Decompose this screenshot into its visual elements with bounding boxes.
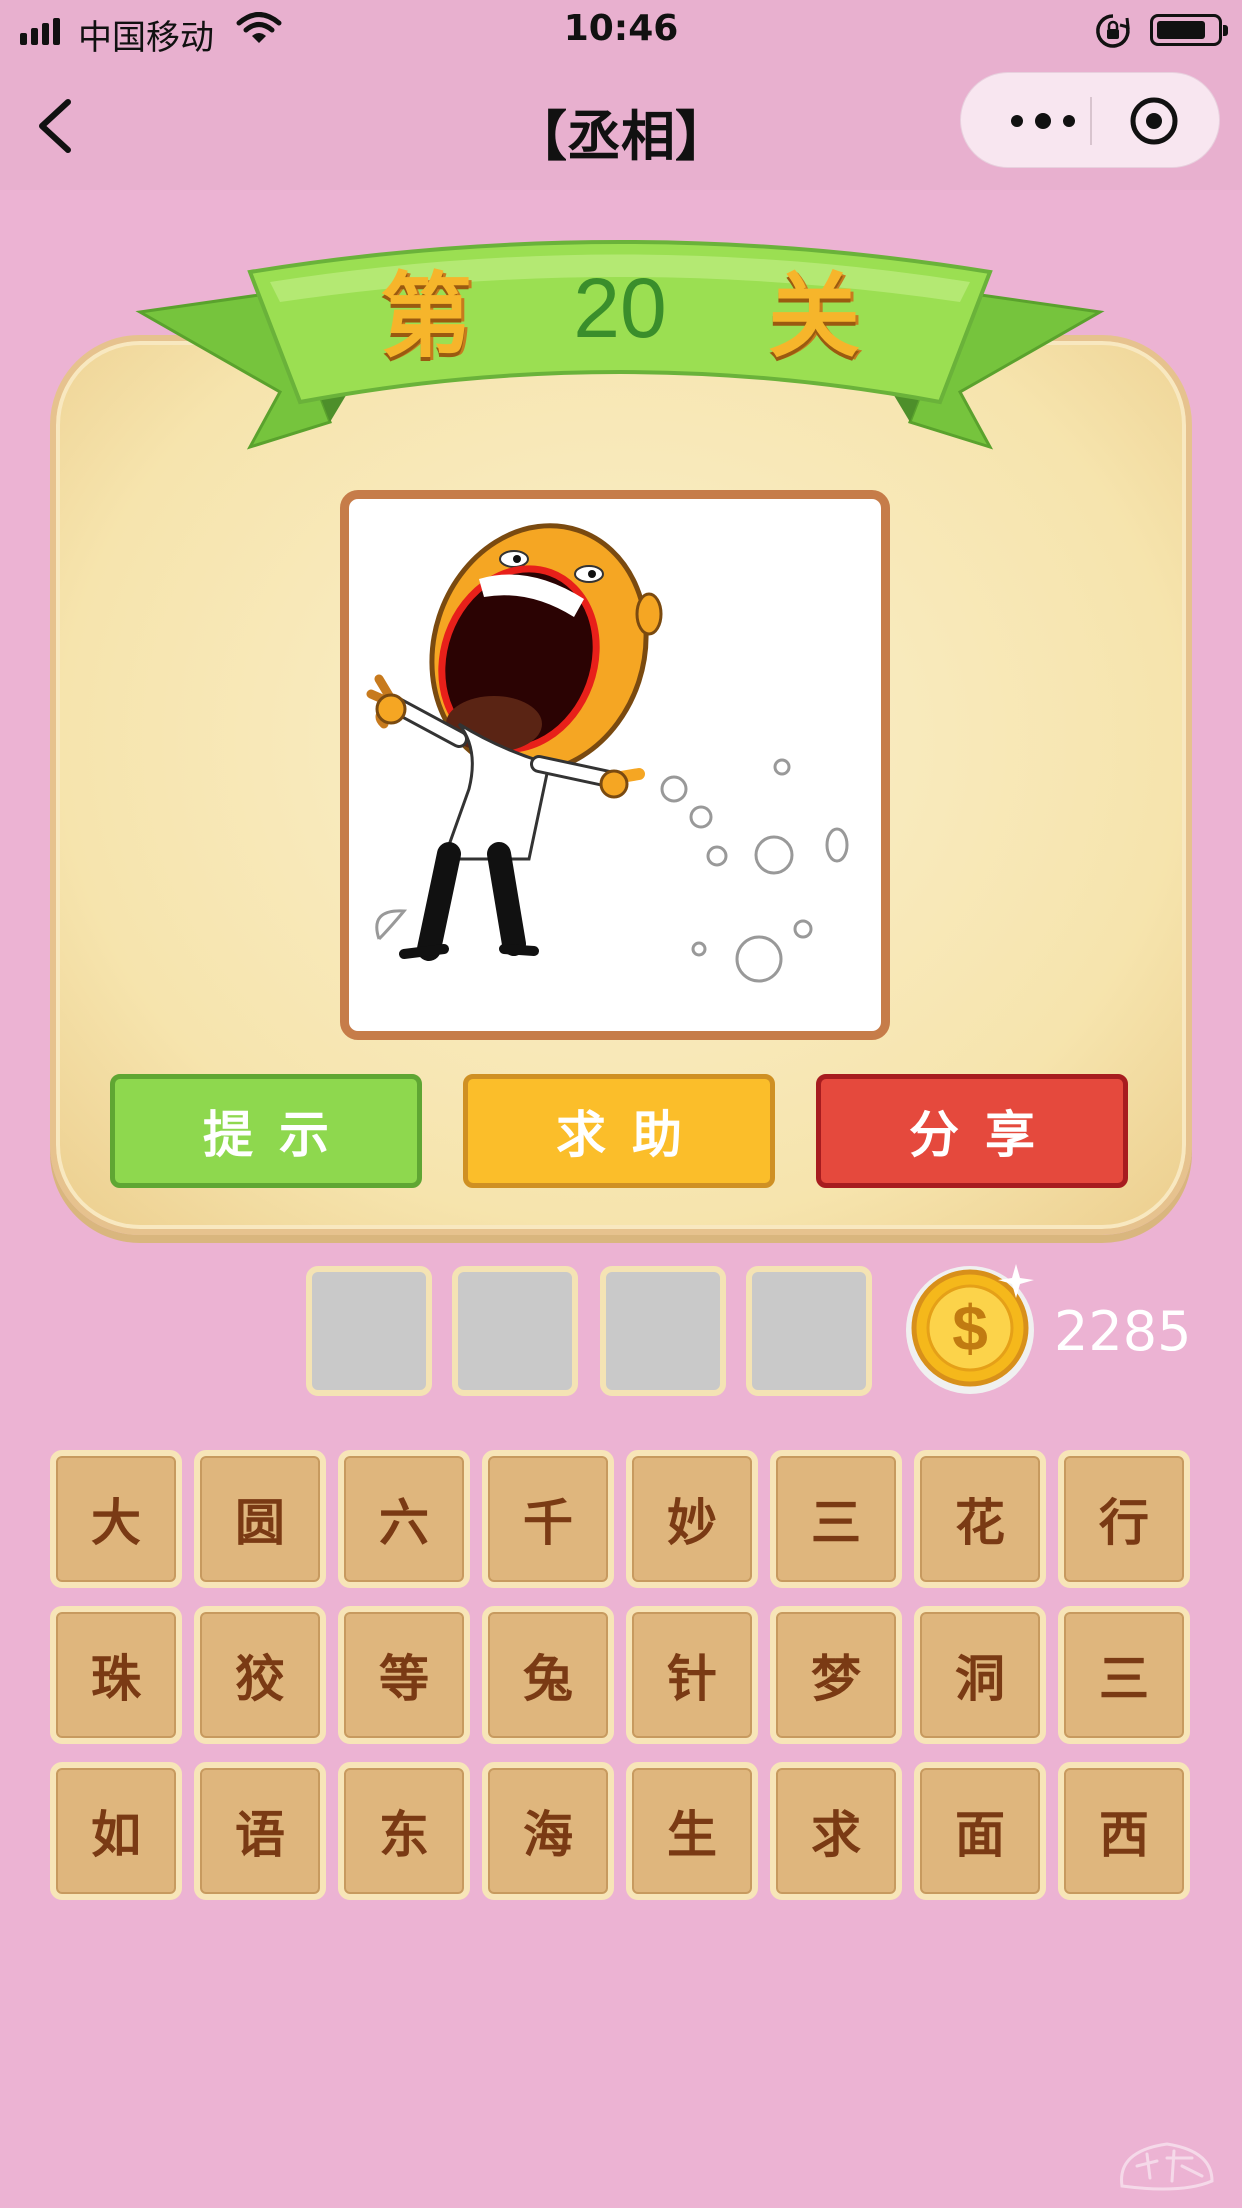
character-row: 珠 狡 等 兔 针 梦 洞 三 [50,1606,1190,1762]
character-tile[interactable]: 洞 [914,1606,1046,1744]
character-tile[interactable]: 西 [1058,1762,1190,1900]
character-tile[interactable]: 妙 [626,1450,758,1588]
character-tile[interactable]: 三 [770,1450,902,1588]
nav-bar: 【丞相】 [0,62,1242,190]
answer-slot[interactable] [746,1266,872,1396]
character-tile[interactable]: 珠 [50,1606,182,1744]
character-tile[interactable]: 行 [1058,1450,1190,1588]
status-bar: 中国移动 10:46 [0,0,1242,62]
answer-slot[interactable] [600,1266,726,1396]
coin-icon: $ [906,1264,1034,1394]
level-prefix: 第 [380,262,473,370]
character-row: 如 语 东 海 生 求 面 西 [50,1762,1190,1918]
puzzle-image-frame [340,490,890,1040]
character-tile[interactable]: 东 [338,1762,470,1900]
status-time: 10:46 [563,8,679,49]
character-tile[interactable]: 千 [482,1450,614,1588]
share-button[interactable]: 分享 [816,1074,1128,1188]
character-tile[interactable]: 海 [482,1762,614,1900]
svg-text:$: $ [952,1292,988,1364]
answer-slot[interactable] [452,1266,578,1396]
character-row: 大 圆 六 千 妙 三 花 行 [50,1450,1190,1606]
character-tile[interactable]: 六 [338,1450,470,1588]
character-tile[interactable]: 生 [626,1762,758,1900]
puzzle-image [366,523,849,983]
character-tile[interactable]: 梦 [770,1606,902,1744]
mini-program-capsule [960,72,1220,168]
help-button[interactable]: 求助 [463,1074,775,1188]
character-grid: 大 圆 六 千 妙 三 花 行 珠 狡 等 兔 针 梦 洞 三 如 语 东 海 … [50,1450,1190,1918]
rotation-lock-icon [1096,14,1130,48]
level-title: 第 20 关 [380,248,860,370]
level-number: 20 [573,260,667,355]
more-icon[interactable] [997,101,1097,141]
answer-slot[interactable] [306,1266,432,1396]
character-tile[interactable]: 花 [914,1450,1046,1588]
character-tile[interactable]: 求 [770,1762,902,1900]
character-tile[interactable]: 如 [50,1762,182,1900]
character-tile[interactable]: 圆 [194,1450,326,1588]
coin-count: 2285 [1054,1300,1192,1363]
character-tile[interactable]: 大 [50,1450,182,1588]
hint-button[interactable]: 提示 [110,1074,422,1188]
watermark-logo [1120,2142,1214,2191]
capsule-divider [1090,97,1092,145]
character-tile[interactable]: 等 [338,1606,470,1744]
level-suffix: 关 [767,262,860,370]
character-tile[interactable]: 面 [914,1762,1046,1900]
character-tile[interactable]: 针 [626,1606,758,1744]
character-tile[interactable]: 语 [194,1762,326,1900]
battery-icon [1150,14,1228,46]
character-tile[interactable]: 狡 [194,1606,326,1744]
close-icon[interactable] [1119,97,1189,145]
character-tile[interactable]: 兔 [482,1606,614,1744]
character-tile[interactable]: 三 [1058,1606,1190,1744]
